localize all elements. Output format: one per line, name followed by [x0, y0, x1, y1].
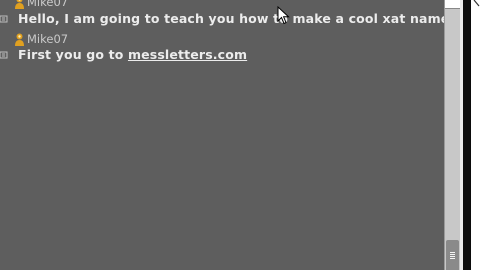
close-icon[interactable] — [472, 0, 480, 7]
message-text: First you go to messletters.com — [18, 47, 247, 62]
time-icon — [0, 15, 8, 23]
scroll-up-button[interactable] — [445, 0, 460, 9]
messletters-link[interactable]: messletters.com — [128, 47, 247, 62]
message-username[interactable]: Mike07 — [27, 0, 68, 9]
panel-edge — [463, 0, 471, 270]
side-panel — [471, 0, 480, 270]
time-icon — [0, 51, 8, 59]
user-icon — [15, 33, 24, 46]
message-username[interactable]: Mike07 — [27, 33, 68, 46]
mouse-cursor-icon — [277, 6, 290, 25]
message-text: Hello, I am going to teach you how to ma… — [18, 11, 455, 26]
message-user[interactable]: Mike07 — [14, 33, 68, 46]
message-text-prefix: First you go to — [18, 47, 128, 62]
chat-scrollbar[interactable] — [444, 0, 460, 270]
chat-message-area: Mike07 Hello, I am going to teach you ho… — [0, 0, 454, 270]
message-user[interactable]: Mike07 — [14, 0, 68, 9]
scroll-thumb[interactable] — [446, 240, 459, 270]
user-icon — [15, 0, 24, 9]
scroll-grip-icon — [450, 252, 455, 259]
